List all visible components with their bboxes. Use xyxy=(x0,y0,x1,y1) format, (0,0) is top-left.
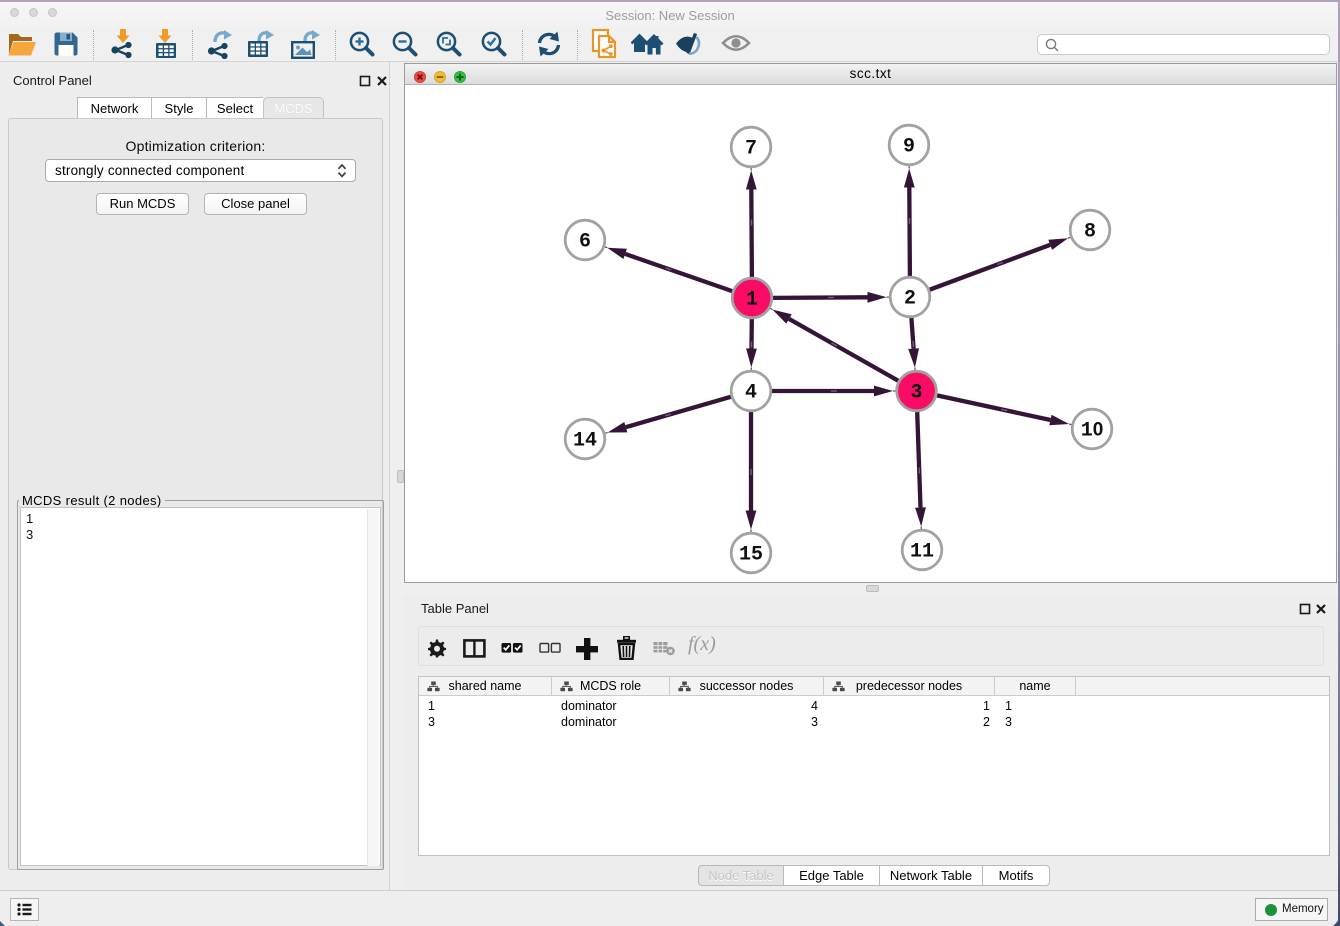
svg-text:6: 6 xyxy=(579,231,591,254)
svg-text:1: 1 xyxy=(746,289,758,312)
svg-text:7: 7 xyxy=(745,138,757,161)
svg-text:9: 9 xyxy=(903,136,915,159)
svg-text:4: 4 xyxy=(745,382,757,405)
svg-text:14: 14 xyxy=(573,430,597,453)
svg-text:11: 11 xyxy=(910,541,934,564)
svg-text:8: 8 xyxy=(1084,221,1096,244)
svg-text:3: 3 xyxy=(910,382,922,405)
svg-text:10: 10 xyxy=(1081,420,1104,443)
svg-text:2: 2 xyxy=(904,288,916,311)
svg-text:15: 15 xyxy=(739,544,763,567)
